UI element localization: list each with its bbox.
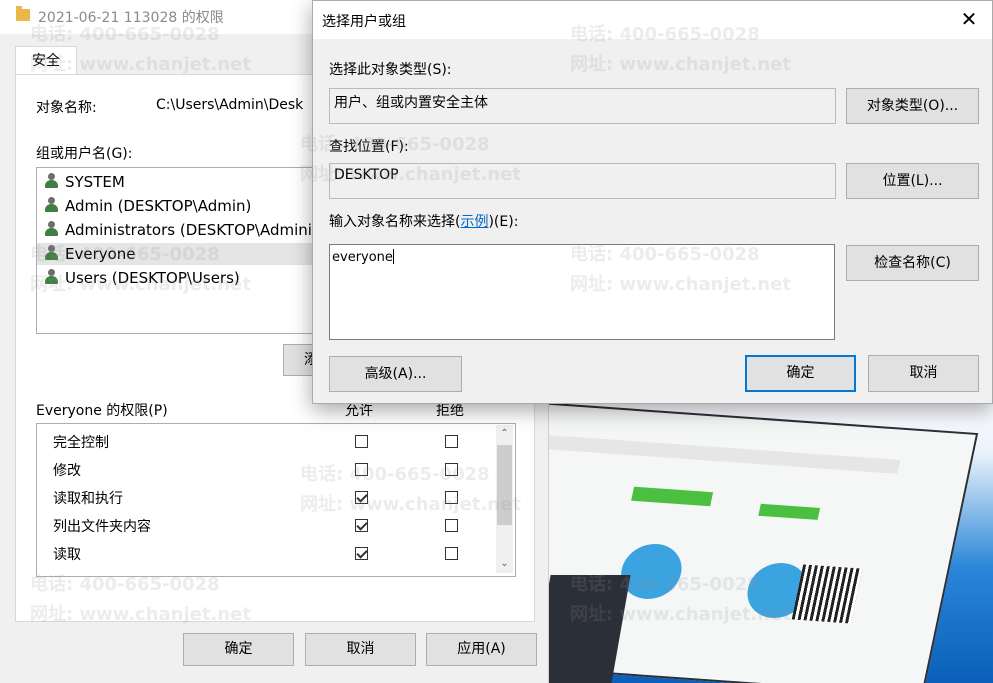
group-name: SYSTEM: [65, 173, 125, 191]
cancel-button[interactable]: 取消: [305, 633, 416, 666]
ok-button[interactable]: 确定: [745, 355, 856, 392]
permissions-scrollbar[interactable]: ⌃ ⌄: [496, 425, 513, 573]
allow-checkbox[interactable]: [355, 547, 368, 560]
chevron-up-icon[interactable]: ⌃: [500, 429, 509, 439]
allow-checkbox[interactable]: [355, 435, 368, 448]
advanced-button[interactable]: 高级(A)...: [329, 356, 462, 392]
permissions-label: Everyone 的权限(P): [36, 403, 168, 419]
wallpaper-bar: [541, 434, 901, 474]
permission-name: 完全控制: [53, 435, 109, 451]
deny-checkbox[interactable]: [445, 547, 458, 560]
deny-checkbox[interactable]: [445, 463, 458, 476]
object-name-value: C:\Users\Admin\Desk: [156, 97, 304, 113]
list-item[interactable]: Users (DESKTOP\Users): [43, 267, 240, 289]
ok-button[interactable]: 确定: [183, 633, 294, 666]
allow-checkbox[interactable]: [355, 491, 368, 504]
permissions-title: 2021-06-21 113028 的权限: [38, 10, 224, 26]
deny-checkbox[interactable]: [445, 435, 458, 448]
group-icon: [43, 173, 61, 189]
apply-button[interactable]: 应用(A): [426, 633, 537, 666]
add-button[interactable]: 添: [283, 344, 315, 376]
group-name: Admin (DESKTOP\Admin): [65, 197, 252, 215]
allow-checkbox[interactable]: [355, 519, 368, 532]
object-types-button[interactable]: 对象类型(O)...: [846, 88, 979, 124]
tab-security[interactable]: 安全: [15, 46, 77, 75]
location-field: DESKTOP: [329, 163, 836, 199]
enter-label-prefix: 输入对象名称来选择(: [329, 214, 461, 230]
object-type-field: 用户、组或内置安全主体: [329, 88, 836, 124]
enter-names-label: 输入对象名称来选择(示例)(E):: [329, 211, 518, 231]
group-name: Users (DESKTOP\Users): [65, 269, 240, 287]
location-label: 查找位置(F):: [329, 139, 409, 155]
chevron-down-icon[interactable]: ⌄: [500, 559, 509, 569]
wallpaper-green-tag-2: [758, 503, 821, 520]
wallpaper-qr-code: [791, 564, 863, 624]
scrollbar-thumb[interactable]: [497, 445, 512, 525]
group-name: Everyone: [65, 245, 136, 263]
permissions-list: 完全控制 修改 读取和执行 列出文件夹内容 读取: [36, 423, 516, 577]
folder-icon: [16, 6, 30, 21]
location-button[interactable]: 位置(L)...: [846, 163, 979, 199]
permission-name: 读取和执行: [53, 491, 123, 507]
group-icon: [43, 269, 61, 285]
object-names-value: everyone: [332, 250, 393, 265]
select-users-dialog: 选择用户或组 ✕ 选择此对象类型(S): 用户、组或内置安全主体 对象类型(O)…: [312, 0, 993, 404]
object-name-label: 对象名称:: [36, 100, 97, 116]
background-wallpaper: [540, 395, 993, 683]
list-item[interactable]: Admin (DESKTOP\Admin): [43, 195, 251, 217]
allow-checkbox[interactable]: [355, 463, 368, 476]
cancel-button[interactable]: 取消: [868, 355, 979, 392]
object-type-label: 选择此对象类型(S):: [329, 62, 452, 78]
permission-name: 列出文件夹内容: [53, 519, 151, 535]
examples-link[interactable]: 示例: [460, 214, 488, 230]
group-icon: [43, 221, 61, 237]
deny-checkbox[interactable]: [445, 519, 458, 532]
permission-name: 修改: [53, 463, 81, 479]
text-caret: [392, 249, 394, 264]
close-icon[interactable]: ✕: [960, 9, 978, 29]
group-list-label: 组或用户名(G):: [36, 146, 133, 162]
select-dialog-title: 选择用户或组: [322, 14, 406, 30]
wallpaper-green-tag: [631, 486, 714, 507]
check-names-button[interactable]: 检查名称(C): [846, 245, 979, 281]
list-item[interactable]: Administrators (DESKTOP\Adminis: [43, 219, 320, 241]
select-dialog-title-bar: 选择用户或组 ✕: [313, 1, 992, 39]
permission-name: 读取: [53, 547, 81, 563]
user-icon: [43, 197, 61, 213]
object-names-input[interactable]: everyone: [329, 244, 835, 340]
enter-label-suffix: )(E):: [488, 214, 519, 230]
group-icon: [43, 245, 61, 261]
group-name: Administrators (DESKTOP\Adminis: [65, 221, 320, 239]
list-item[interactable]: SYSTEM: [43, 171, 125, 193]
deny-checkbox[interactable]: [445, 491, 458, 504]
